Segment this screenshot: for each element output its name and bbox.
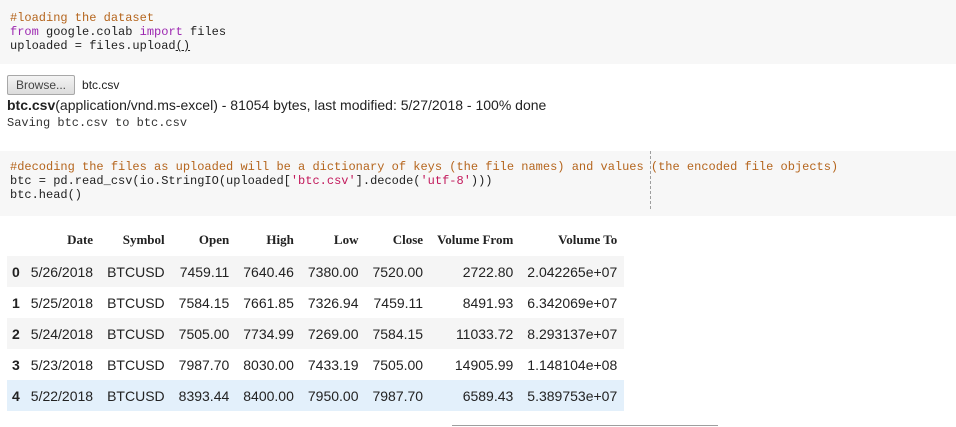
column-header: Low xyxy=(300,224,366,256)
table-cell: 8030.00 xyxy=(243,356,294,373)
code-keyword-import: import xyxy=(139,25,183,39)
upload-status: btc.csv(application/vnd.ms-excel) - 8105… xyxy=(7,97,546,113)
code-text: uploaded = files.upload xyxy=(10,39,176,53)
table-cell: 7459.11 xyxy=(179,263,230,280)
table-cell: 7326.94 xyxy=(307,294,359,311)
table-row-hovered: 4 5/22/2018 BTCUSD 8393.44 8400.00 7950.… xyxy=(7,380,625,411)
upload-file-details: (application/vnd.ms-excel) - 81054 bytes… xyxy=(55,97,547,113)
table-cell: 5/22/2018 xyxy=(30,387,94,404)
table-cell: 5/25/2018 xyxy=(30,294,94,311)
table-cell: 5/23/2018 xyxy=(30,356,94,373)
code-module: google.colab xyxy=(38,25,140,39)
table-cell: 7520.00 xyxy=(372,263,424,280)
dataframe-output: Date Symbol Open High Low Close Volume F… xyxy=(7,224,625,411)
row-index: 2 xyxy=(12,325,20,342)
code-cell-read-csv[interactable]: #decoding the files as uploaded will be … xyxy=(0,151,956,216)
table-cell: BTCUSD xyxy=(107,263,165,280)
table-cell: 5.389753e+07 xyxy=(527,387,618,404)
row-index: 3 xyxy=(12,356,20,373)
table-cell: 7505.00 xyxy=(178,325,230,342)
table-cell: 14905.99 xyxy=(454,356,514,373)
table-row: 3 5/23/2018 BTCUSD 7987.70 8030.00 7433.… xyxy=(7,349,624,380)
column-header xyxy=(7,224,24,256)
table-cell: 7734.99 xyxy=(243,325,294,342)
table-row: 0 5/26/2018 BTCUSD 7459.11 7640.46 7380.… xyxy=(7,255,625,287)
table-cell: 7380.00 xyxy=(307,263,359,280)
column-header: High xyxy=(236,224,301,256)
table-cell: 8.293137e+07 xyxy=(527,325,618,342)
saving-output: Saving btc.csv to btc.csv xyxy=(7,116,188,130)
table-cell: BTCUSD xyxy=(107,294,165,311)
code-text: files xyxy=(182,25,227,39)
table-cell: 6.342069e+07 xyxy=(527,294,618,311)
table-cell: 7661.85 xyxy=(243,294,294,311)
table-cell: 7584.15 xyxy=(372,325,424,342)
table-cell: 7459.11 xyxy=(373,294,424,311)
table-cell: 2.042265e+07 xyxy=(527,263,618,280)
code-string: 'utf-8' xyxy=(420,174,471,188)
code-cell-upload[interactable]: #loading the dataset from google.colab i… xyxy=(0,0,956,64)
table-cell: BTCUSD xyxy=(107,387,165,404)
text-cursor-guide xyxy=(650,151,651,209)
table-row: 1 5/25/2018 BTCUSD 7584.15 7661.85 7326.… xyxy=(7,287,624,318)
table-cell: 8400.00 xyxy=(243,387,294,404)
code-keyword-from: from xyxy=(10,25,39,39)
table-cell: 7505.00 xyxy=(372,356,424,373)
horizontal-scrollbar[interactable] xyxy=(452,425,718,426)
table-cell: 7584.15 xyxy=(178,294,230,311)
table-cell: 8393.44 xyxy=(178,387,230,404)
code-text: btc.head() xyxy=(10,188,83,202)
column-header: Open xyxy=(171,224,237,256)
table-cell: 5/24/2018 xyxy=(30,325,94,342)
code-comment: #loading the dataset xyxy=(10,11,155,25)
row-index: 0 xyxy=(12,263,20,280)
column-header: Volume From xyxy=(430,224,521,256)
table-cell: 2722.80 xyxy=(462,263,514,280)
browse-button[interactable]: Browse... xyxy=(7,75,76,95)
table-row: 2 5/24/2018 BTCUSD 7505.00 7734.99 7269.… xyxy=(7,318,625,349)
column-header: Date xyxy=(23,224,101,256)
code-text: btc = pd.read_csv(io.StringIO(uploaded[ xyxy=(10,174,291,188)
file-upload-widget: Browse... btc.csv xyxy=(7,75,119,95)
table-header-row: Date Symbol Open High Low Close Volume F… xyxy=(7,224,625,256)
code-paren: () xyxy=(175,39,191,53)
table-cell: 7987.70 xyxy=(372,387,424,404)
table-cell: 1.148104e+08 xyxy=(527,356,618,373)
table-cell: 7950.00 xyxy=(307,387,359,404)
table-cell: 11033.72 xyxy=(455,325,514,342)
code-text: ].decode( xyxy=(355,174,421,188)
table-cell: 7640.46 xyxy=(243,263,294,280)
table-cell: 5/26/2018 xyxy=(30,263,94,280)
code-text: ))) xyxy=(470,174,493,188)
row-index: 1 xyxy=(12,294,20,311)
code-string: 'btc.csv' xyxy=(290,174,356,188)
column-header: Volume To xyxy=(520,224,625,256)
table-cell: 7269.00 xyxy=(307,325,359,342)
table-cell: 8491.93 xyxy=(462,294,514,311)
column-header: Close xyxy=(365,224,431,256)
table-cell: 6589.43 xyxy=(462,387,514,404)
code-comment: #decoding the files as uploaded will be … xyxy=(10,160,839,174)
table-cell: BTCUSD xyxy=(107,356,165,373)
selected-file-name: btc.csv xyxy=(82,78,120,92)
column-header: Symbol xyxy=(100,224,172,256)
table-cell: 7987.70 xyxy=(178,356,230,373)
upload-file-name: btc.csv xyxy=(7,97,56,113)
table-cell: 7433.19 xyxy=(307,356,359,373)
table-cell: BTCUSD xyxy=(107,325,165,342)
row-index: 4 xyxy=(12,387,20,404)
